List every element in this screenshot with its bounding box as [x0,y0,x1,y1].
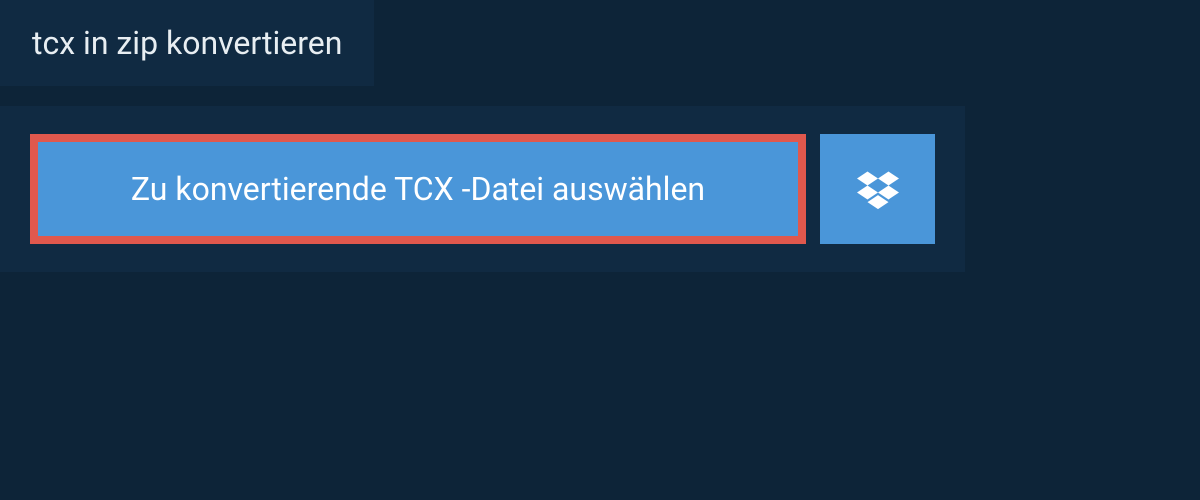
page-title: tcx in zip konvertieren [32,24,342,62]
tab-header: tcx in zip konvertieren [0,0,374,86]
dropbox-icon [857,168,899,210]
button-row: Zu konvertierende TCX -Datei auswählen [30,134,935,244]
select-file-button[interactable]: Zu konvertierende TCX -Datei auswählen [30,134,806,244]
dropbox-button[interactable] [820,134,935,244]
select-file-label: Zu konvertierende TCX -Datei auswählen [131,170,705,208]
content-panel: Zu konvertierende TCX -Datei auswählen [0,106,965,272]
